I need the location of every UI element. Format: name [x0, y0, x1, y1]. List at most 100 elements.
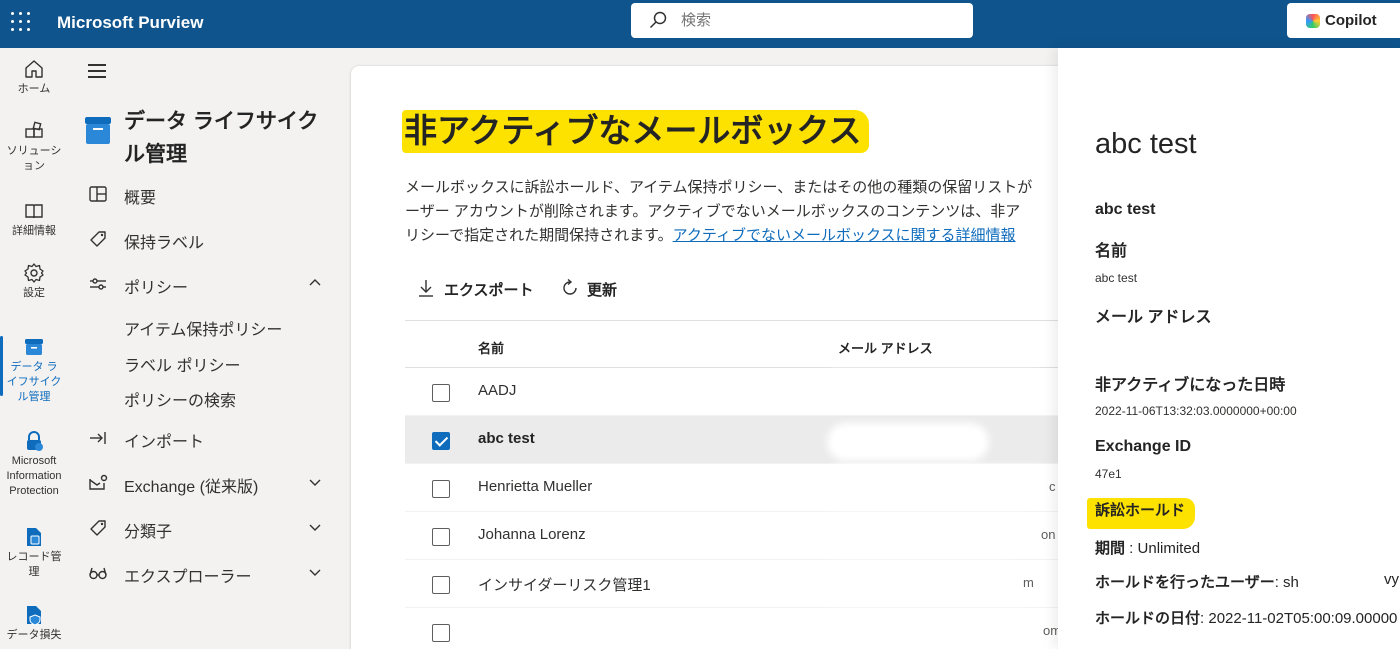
row-checkbox[interactable]: [432, 432, 450, 450]
table-row[interactable]: AADJ: [405, 368, 1071, 416]
row-checkbox[interactable]: [432, 576, 450, 594]
row-checkbox[interactable]: [432, 528, 450, 546]
solution-title: データ ライフサイクル管理: [124, 110, 319, 166]
duration-label: 期間: [1095, 540, 1126, 557]
row-checkbox[interactable]: [432, 624, 450, 642]
app-launcher-icon[interactable]: [10, 11, 32, 33]
gear-icon: [24, 263, 44, 283]
description-line: メールボックスに訴訟ホールド、アイテム保持ポリシー、またはその他の種類の保留リス…: [405, 179, 1033, 196]
rail-label: Microsoft Information Protection: [6, 455, 62, 497]
email-label: メール アドレス: [1095, 309, 1212, 326]
inactive-date-value: 2022-11-06T13:32:03.0000000+00:00: [1095, 404, 1297, 418]
table-row[interactable]: Henrietta Mueller c: [405, 464, 1071, 512]
row-name: AADJ: [478, 382, 517, 399]
book-icon: [25, 204, 43, 219]
rail-item-data-lifecycle[interactable]: データ ライフサイク ル管理: [0, 336, 68, 405]
nav-item-classifiers[interactable]: 分類子: [84, 510, 334, 546]
copilot-label: Copilot: [1325, 12, 1377, 29]
rail-label: データ ライフサイク ル管理: [6, 361, 62, 403]
email-fragment: m: [1023, 575, 1034, 590]
rail-label: レコード管理: [6, 551, 62, 578]
rail-label: データ損失: [6, 629, 62, 641]
archive-icon: [25, 339, 43, 355]
nav-subitem-policy-search[interactable]: ポリシーの検索: [124, 387, 236, 411]
nav-subitem-item-retention-policy[interactable]: アイテム保持ポリシー: [124, 316, 282, 340]
table-row[interactable]: インサイダーリスク管理1 m: [405, 560, 1071, 608]
refresh-label: 更新: [587, 282, 618, 299]
held-by-label: ホールドを行ったユーザー: [1095, 574, 1275, 591]
sliders-icon: [90, 278, 106, 290]
rail-item-dlp[interactable]: データ損失: [0, 604, 68, 643]
records-icon: [27, 528, 41, 546]
nav-item-exchange-legacy[interactable]: Exchange (従来版): [84, 465, 334, 501]
litigation-hold-label: 訴訟ホールド: [1087, 498, 1196, 529]
name-label: 名前: [1095, 243, 1128, 260]
copilot-button[interactable]: Copilot: [1287, 3, 1400, 38]
brand-title[interactable]: Microsoft Purview: [57, 13, 203, 33]
redacted-email: [825, 472, 1045, 498]
home-icon: [25, 60, 43, 78]
collapse-nav-icon[interactable]: [88, 64, 106, 78]
nav-item-policies[interactable]: ポリシー: [84, 266, 334, 302]
nav-item-explorer[interactable]: エクスプローラー: [84, 555, 334, 591]
redacted-email: [825, 376, 1045, 402]
overview-icon: [89, 186, 107, 202]
nav-label: インポート: [124, 434, 205, 451]
hold-date-label: ホールドの日付: [1095, 610, 1201, 627]
search-box[interactable]: [631, 3, 973, 38]
nav-label: 分類子: [124, 524, 173, 541]
redacted-email: [825, 520, 1035, 546]
column-header-name[interactable]: 名前: [478, 338, 504, 357]
redacted-email: [833, 429, 983, 455]
table-header: 名前 メール アドレス: [405, 320, 1071, 368]
duration-line: 期間 : Unlimited: [1095, 537, 1200, 558]
nav-item-overview[interactable]: 概要: [84, 176, 334, 212]
rail-item-home[interactable]: ホーム: [0, 58, 68, 97]
chevron-down-icon[interactable]: [308, 520, 322, 534]
row-name: Johanna Lorenz: [478, 526, 586, 543]
page-title: 非アクティブなメールボックス: [402, 104, 870, 153]
tag-icon: [90, 520, 106, 536]
page-description: メールボックスに訴訟ホールド、アイテム保持ポリシー、またはその他の種類の保留リス…: [405, 176, 1065, 248]
table-row[interactable]: abc test: [405, 416, 1071, 464]
hold-date-value: : 2022-11-02T05:00:09.00000: [1200, 610, 1398, 627]
mail-settings-icon: [89, 474, 108, 490]
email-fragment: c: [1049, 479, 1056, 494]
search-icon: [649, 11, 667, 29]
nav-label: Exchange (従来版): [124, 479, 259, 496]
rail-item-learn[interactable]: 詳細情報: [0, 200, 68, 239]
nav-item-import[interactable]: インポート: [84, 420, 334, 456]
exchange-id-label: Exchange ID: [1095, 438, 1192, 455]
nav-subitem-label-policy[interactable]: ラベル ポリシー: [124, 352, 240, 376]
rail-item-records-management[interactable]: レコード管理: [0, 526, 68, 580]
rail-label: ソリューシ ョン: [6, 145, 62, 172]
copilot-icon: [1306, 14, 1320, 28]
row-name: インサイダーリスク管理1: [478, 577, 651, 594]
chevron-up-icon[interactable]: [308, 276, 322, 290]
table-row[interactable]: om: [405, 608, 1071, 649]
exchange-id-value: 47e1: [1095, 467, 1122, 481]
chevron-down-icon[interactable]: [308, 565, 322, 579]
row-checkbox[interactable]: [432, 480, 450, 498]
column-header-email[interactable]: メール アドレス: [838, 338, 933, 357]
tag-icon: [90, 231, 106, 247]
rail-item-settings[interactable]: 設定: [0, 262, 68, 301]
panel-title: abc test: [1095, 128, 1197, 160]
dlp-icon: [27, 606, 41, 626]
nav-item-retention-labels[interactable]: 保持ラベル: [84, 221, 334, 257]
inactive-date-label: 非アクティブになった日時: [1095, 377, 1286, 394]
top-bar: Microsoft Purview Copilot: [0, 0, 1400, 48]
left-rail: ホーム ソリューシ ョン 詳細情報 設定 データ ライフサイク ル管理 Micros…: [0, 48, 68, 649]
rail-item-solutions[interactable]: ソリューシ ョン: [0, 120, 68, 174]
row-checkbox[interactable]: [432, 384, 450, 402]
litigation-hold-text: 訴訟ホールド: [1087, 498, 1196, 529]
chevron-down-icon[interactable]: [308, 475, 322, 489]
search-input[interactable]: [681, 9, 961, 31]
email-fragment: on: [1041, 527, 1056, 542]
data-lifecycle-icon: [85, 117, 111, 144]
rail-item-information-protection[interactable]: Microsoft Information Protection: [0, 430, 68, 499]
learn-more-link[interactable]: アクティブでないメールボックスに関する詳細情報: [673, 227, 1016, 244]
table-row[interactable]: Johanna Lorenz on: [405, 512, 1071, 560]
download-icon: [419, 280, 433, 297]
hold-date-line: ホールドの日付: 2022-11-02T05:00:09.00000: [1095, 607, 1397, 628]
